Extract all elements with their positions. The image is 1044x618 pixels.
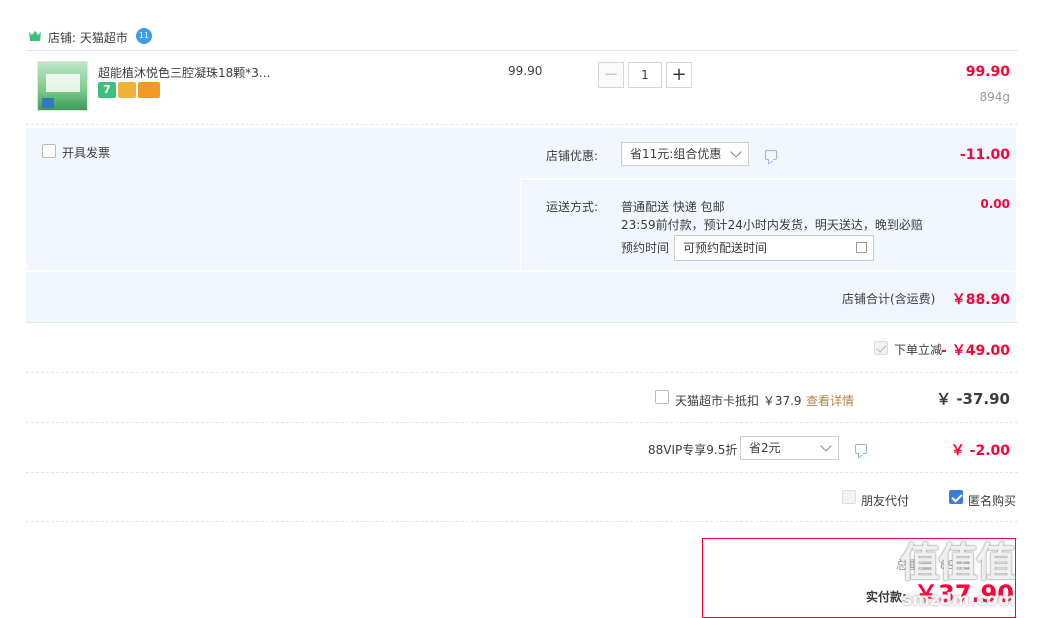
schedule-input[interactable]: 可预约配送时间 bbox=[674, 235, 874, 261]
shop-discount-select[interactable]: 省11元:组合优惠 bbox=[621, 142, 749, 166]
item-subtotal: 99.90 bbox=[965, 64, 1010, 80]
quantity-value: 1 bbox=[641, 68, 649, 82]
friend-pay-checkbox[interactable] bbox=[842, 490, 856, 504]
chat-badge: 11 bbox=[138, 31, 150, 40]
watermark-logo: 值值值 bbox=[900, 540, 1016, 586]
shop-discount-label: 店铺优惠: bbox=[546, 149, 599, 163]
panel-divider-vertical bbox=[520, 180, 521, 270]
panel-divider-horizontal bbox=[520, 178, 1016, 180]
divider bbox=[26, 372, 1018, 373]
divider bbox=[26, 521, 1018, 522]
vip-amount: ￥ -2.00 bbox=[950, 443, 1010, 459]
chat-icon[interactable]: 11 bbox=[136, 28, 152, 44]
vip-discount-selected: 省2元 bbox=[749, 441, 781, 455]
product-image[interactable] bbox=[37, 61, 88, 111]
quantity-plus-button[interactable]: + bbox=[666, 62, 692, 88]
seven-day-return-icon: 7 bbox=[98, 82, 116, 98]
shop-icon bbox=[28, 30, 42, 42]
divider bbox=[26, 322, 1018, 323]
shop-name[interactable]: 店铺: 天猫超市 bbox=[48, 29, 128, 46]
quantity-input[interactable]: 1 bbox=[628, 62, 662, 88]
shipping-amount: 0.00 bbox=[980, 197, 1010, 211]
item-weight: 894g bbox=[979, 90, 1010, 104]
shipping-method: 普通配送 快递 包邮 bbox=[621, 200, 725, 214]
invoice-label: 开具发票 bbox=[62, 146, 111, 160]
instant-discount-checkbox[interactable] bbox=[874, 341, 888, 355]
chevron-down-icon bbox=[730, 146, 742, 158]
friend-pay-label: 朋友代付 bbox=[861, 494, 910, 508]
shop-discount-selected: 省11元:组合优惠 bbox=[630, 147, 722, 161]
divider bbox=[26, 50, 1018, 51]
service-icon bbox=[118, 82, 136, 98]
divider bbox=[26, 124, 1018, 125]
vip-label: 88VIP专享9.5折 bbox=[648, 443, 738, 457]
shipping-detail: 23:59前付款，预计24小时内发货，明天送达，晚到必赔 bbox=[621, 218, 923, 232]
tmall-card-checkbox[interactable] bbox=[655, 390, 669, 404]
unit-price: 99.90 bbox=[508, 64, 543, 78]
instant-discount-label: 下单立减 bbox=[894, 343, 943, 357]
card-pay-icon bbox=[138, 82, 160, 98]
tmall-card-amount: ￥ -37.90 bbox=[936, 390, 1010, 408]
quantity-minus-button[interactable]: − bbox=[598, 62, 624, 88]
divider bbox=[26, 422, 1018, 423]
divider bbox=[26, 472, 1018, 473]
schedule-placeholder: 可预约配送时间 bbox=[683, 241, 768, 255]
shipping-label: 运送方式: bbox=[546, 200, 599, 214]
anonymous-label: 匿名购买 bbox=[968, 494, 1017, 508]
instant-discount-amount: - ￥49.00 bbox=[941, 343, 1010, 359]
chevron-down-icon bbox=[820, 440, 832, 452]
watermark-site: smzdm.com bbox=[902, 590, 1016, 610]
shop-total-label: 店铺合计(含运费) bbox=[842, 292, 936, 306]
message-icon[interactable] bbox=[855, 444, 867, 454]
panel-divider-horizontal bbox=[26, 270, 1016, 272]
shop-total-amount: ￥88.90 bbox=[951, 292, 1010, 308]
vip-discount-select[interactable]: 省2元 bbox=[740, 436, 839, 460]
anonymous-checkbox[interactable] bbox=[949, 490, 963, 504]
schedule-label: 预约时间 bbox=[621, 241, 670, 255]
shop-discount-amount: -11.00 bbox=[959, 147, 1010, 163]
calendar-icon bbox=[856, 242, 867, 253]
message-icon[interactable] bbox=[765, 150, 777, 160]
view-details-link[interactable]: 查看详情 bbox=[806, 392, 854, 409]
tmall-card-label: 天猫超市卡抵扣 ￥37.9 bbox=[675, 394, 802, 408]
product-title[interactable]: 超能植沐悦色三腔凝珠18颗*3... bbox=[98, 64, 270, 81]
pay-label: 实付款: bbox=[866, 590, 907, 604]
invoice-checkbox[interactable] bbox=[42, 144, 56, 158]
